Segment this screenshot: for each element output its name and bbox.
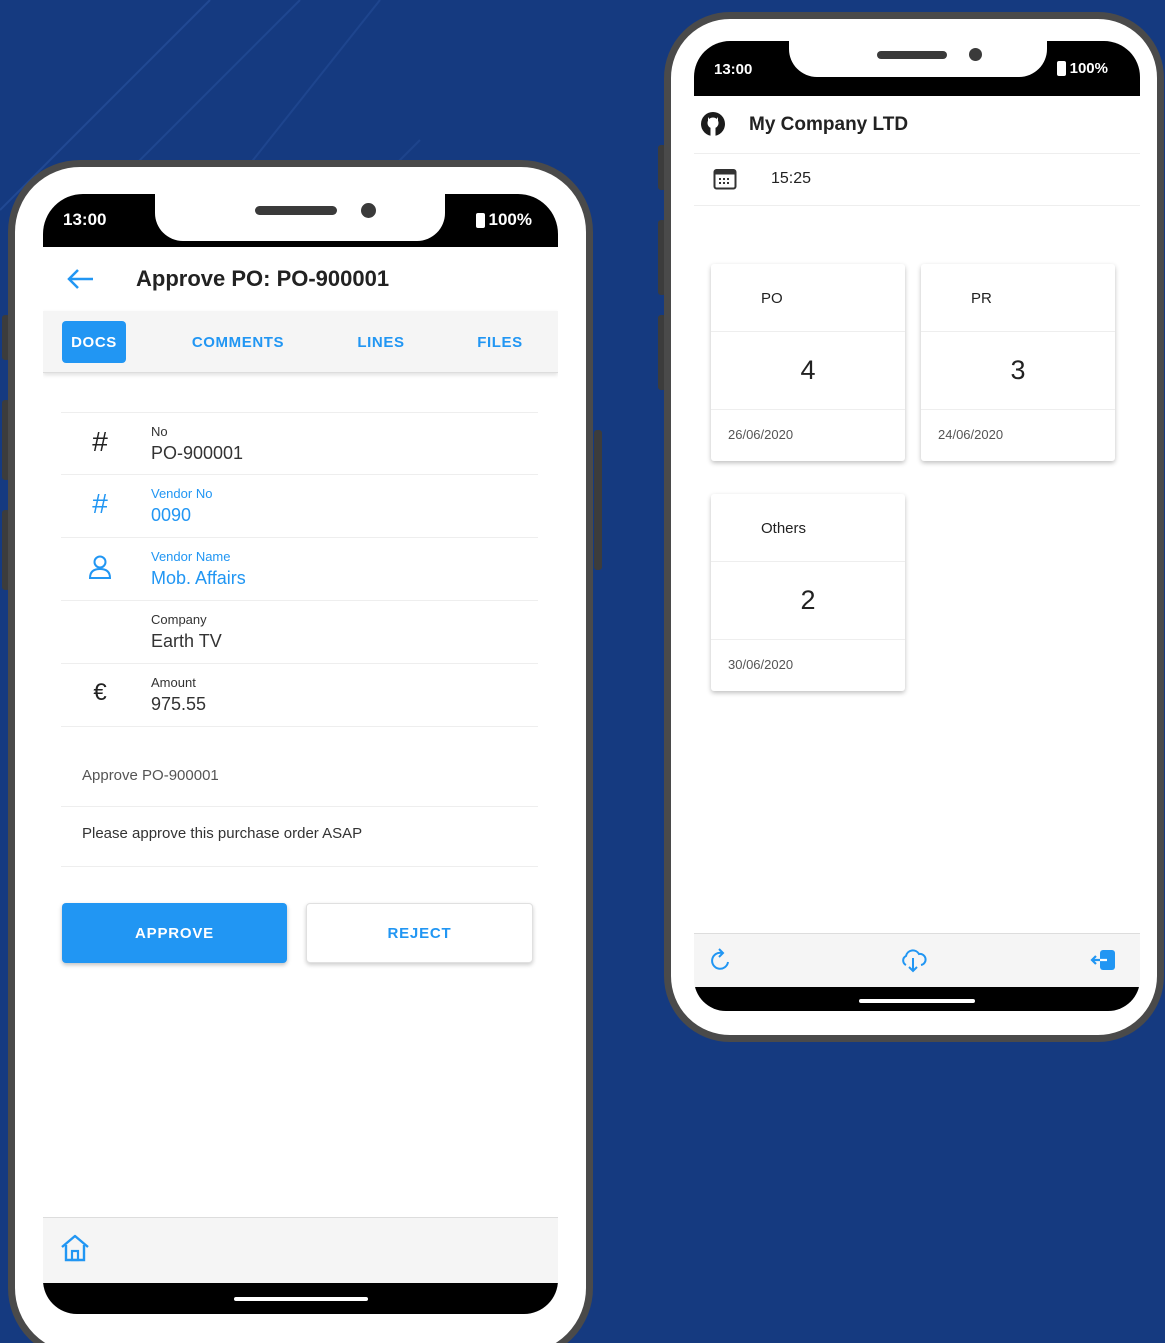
- card-count: 3: [921, 332, 1115, 410]
- home-icon[interactable]: [59, 1232, 91, 1264]
- detail-value: 975.55: [151, 694, 207, 714]
- detail-row-amount: € Amount 975.55: [61, 664, 538, 727]
- approve-button[interactable]: APPROVE: [62, 903, 287, 963]
- cloud-download-icon[interactable]: [898, 945, 928, 975]
- battery-level: 100%: [488, 210, 532, 229]
- card-title-text: PR: [971, 290, 992, 307]
- message-row: Please approve this purchase order ASAP: [61, 807, 538, 867]
- card-title: PR: [921, 264, 1115, 332]
- bottom-navigation: [694, 933, 1140, 990]
- status-battery: 100%: [475, 210, 532, 230]
- detail-row-company: Company Earth TV: [61, 601, 538, 664]
- logout-icon[interactable]: [1089, 945, 1119, 975]
- subject-text: Approve PO-900001: [82, 767, 219, 784]
- detail-label: Vendor Name: [151, 549, 231, 564]
- battery-icon: [1056, 61, 1066, 76]
- detail-row-vendor-no[interactable]: # Vendor No 0090: [61, 475, 538, 538]
- card-pr[interactable]: PR 3 24/06/2020: [921, 264, 1115, 461]
- time-value: 15:25: [771, 170, 812, 187]
- refresh-icon[interactable]: [706, 945, 736, 975]
- tab-lines[interactable]: LINES: [341, 321, 421, 363]
- reject-button[interactable]: REJECT: [306, 903, 533, 963]
- detail-label: Vendor No: [151, 486, 213, 501]
- tab-files[interactable]: FILES: [463, 321, 537, 363]
- card-date: 26/06/2020: [728, 427, 794, 442]
- phone-right: 13:00 100% My Company LTD 15:25 PO 4 26/…: [664, 12, 1164, 1042]
- card-title: Others: [711, 494, 905, 562]
- company-header: My Company LTD: [694, 96, 1140, 154]
- detail-value: PO-900001: [151, 443, 244, 463]
- github-icon: [701, 112, 725, 136]
- camera: [361, 203, 376, 218]
- detail-value: 0090: [151, 505, 192, 525]
- time-row: 15:25: [694, 154, 1140, 206]
- bottom-navigation: [43, 1217, 558, 1283]
- message-text: Please approve this purchase order ASAP: [82, 825, 363, 842]
- card-date: 30/06/2020: [728, 657, 794, 672]
- person-icon: [83, 550, 117, 584]
- approve-po-screen: 13:00 100% Approve PO: PO-900001 DOCS CO…: [43, 194, 558, 1314]
- camera: [969, 48, 982, 61]
- card-count: 4: [711, 332, 905, 410]
- status-time: 13:00: [63, 210, 107, 229]
- subject-row: Approve PO-900001: [61, 749, 538, 807]
- hash-icon: #: [92, 426, 108, 457]
- home-indicator[interactable]: [233, 1297, 368, 1301]
- detail-value: Mob. Affairs: [151, 568, 246, 588]
- card-others[interactable]: Others 2 30/06/2020: [711, 494, 905, 691]
- detail-label: No: [151, 424, 168, 439]
- hash-icon: #: [92, 488, 108, 519]
- euro-icon: €: [93, 679, 107, 706]
- calendar-icon: [713, 169, 737, 190]
- page-title: Approve PO: PO-900001: [136, 266, 390, 291]
- tab-bar: DOCS COMMENTS LINES FILES: [43, 311, 558, 373]
- home-indicator[interactable]: [859, 999, 975, 1003]
- gesture-area: [43, 1283, 558, 1314]
- app-bar: Approve PO: PO-900001: [43, 247, 558, 311]
- notch: [789, 41, 1047, 77]
- card-po[interactable]: PO 4 26/06/2020: [711, 264, 905, 461]
- card-count: 2: [711, 562, 905, 640]
- document-details: # No PO-900001 # Vendor No 0090 Vendor N…: [61, 412, 538, 727]
- battery-level: 100%: [1069, 60, 1108, 77]
- status-time: 13:00: [714, 61, 753, 78]
- card-title: PO: [711, 264, 905, 332]
- card-title-text: PO: [761, 290, 783, 307]
- status-battery: 100%: [1056, 60, 1108, 77]
- notch: [155, 194, 445, 241]
- arrow-left-icon[interactable]: [65, 265, 95, 293]
- detail-label: Company: [151, 612, 207, 627]
- tab-docs[interactable]: DOCS: [62, 321, 126, 363]
- speaker: [877, 51, 947, 59]
- card-date: 24/06/2020: [938, 427, 1004, 442]
- detail-label: Amount: [151, 675, 196, 690]
- speaker: [255, 206, 337, 215]
- card-title-text: Others: [761, 520, 807, 537]
- detail-row-vendor-name[interactable]: Vendor Name Mob. Affairs: [61, 538, 538, 601]
- company-name: My Company LTD: [749, 114, 909, 135]
- gesture-area: [694, 987, 1140, 1011]
- detail-row-no: # No PO-900001: [61, 412, 538, 475]
- tab-comments[interactable]: COMMENTS: [173, 321, 303, 363]
- battery-icon: [475, 212, 485, 228]
- phone-left: 13:00 100% Approve PO: PO-900001 DOCS CO…: [8, 160, 593, 1343]
- detail-value: Earth TV: [151, 631, 222, 651]
- dashboard-screen: 13:00 100% My Company LTD 15:25 PO 4 26/…: [694, 41, 1140, 1011]
- side-button: [594, 430, 602, 570]
